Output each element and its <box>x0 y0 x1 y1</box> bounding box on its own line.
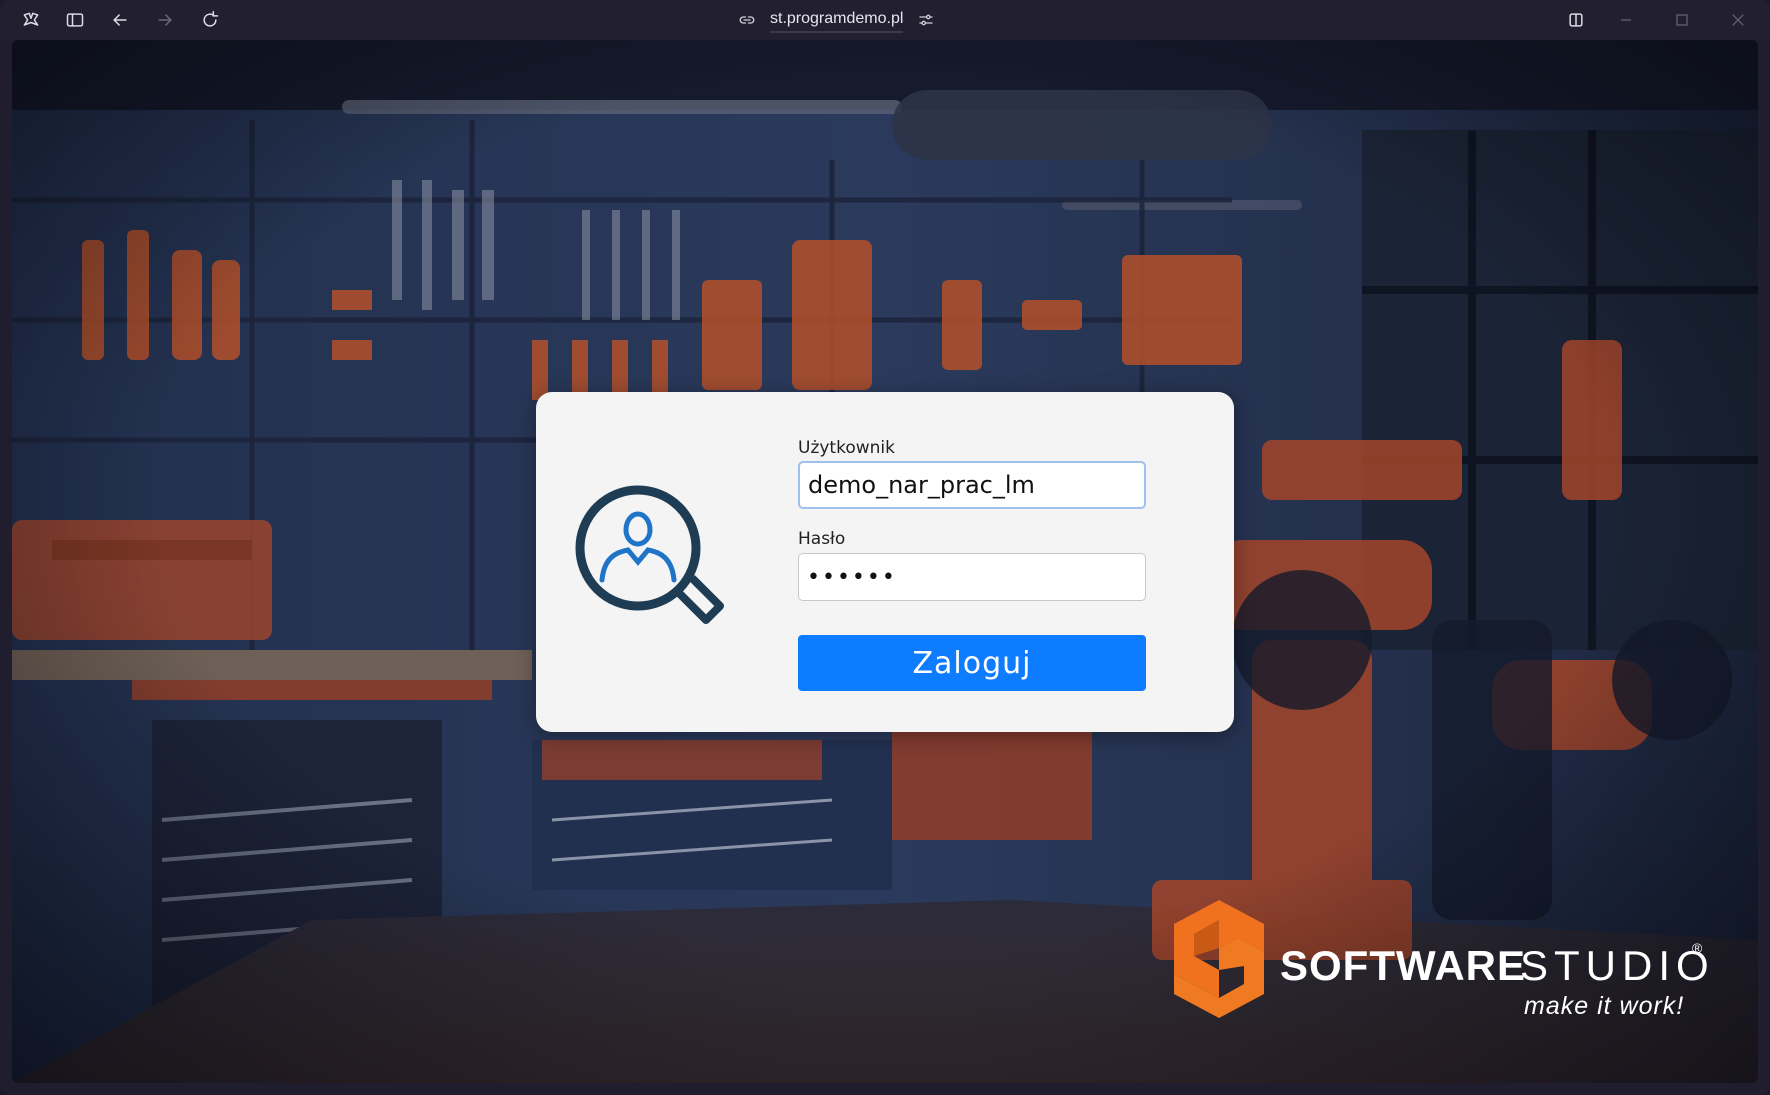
reload-icon[interactable] <box>198 8 222 32</box>
software-studio-logo: SOFTWARE STUDIO ® make it work! <box>1174 900 1714 1040</box>
app-logo-icon[interactable] <box>19 8 43 32</box>
username-input[interactable]: demo_nar_prac_lm <box>798 461 1146 509</box>
user-search-icon <box>575 485 724 624</box>
url-text[interactable]: st.programdemo.pl <box>770 7 904 33</box>
password-input[interactable]: •••••• <box>798 553 1146 601</box>
forward-icon[interactable] <box>153 8 177 32</box>
software-studio-logo-mark-icon <box>1174 900 1264 1018</box>
brand-software-text: SOFTWARE <box>1280 942 1526 989</box>
page-content: Użytkownik demo_nar_prac_lm Hasło ••••••… <box>12 40 1758 1083</box>
username-label: Użytkownik <box>798 438 895 458</box>
registered-mark: ® <box>1692 940 1703 956</box>
browser-window: st.programdemo.pl Użytkownik demo_nar_pr… <box>0 0 1770 1095</box>
site-settings-icon[interactable] <box>917 11 935 29</box>
login-card: Użytkownik demo_nar_prac_lm Hasło ••••••… <box>536 392 1234 732</box>
browser-titlebar: st.programdemo.pl <box>0 0 1770 40</box>
address-bar[interactable]: st.programdemo.pl <box>738 6 935 34</box>
close-icon[interactable] <box>1726 8 1750 32</box>
back-icon[interactable] <box>108 8 132 32</box>
login-button[interactable]: Zaloguj <box>798 635 1146 691</box>
brand-tagline: make it work! <box>1524 992 1685 1020</box>
password-label: Hasło <box>798 529 846 549</box>
brand-studio-text: STUDIO <box>1520 942 1715 989</box>
split-view-icon[interactable] <box>1564 8 1588 32</box>
link-icon <box>739 16 755 24</box>
sidebar-toggle-icon[interactable] <box>63 8 87 32</box>
maximize-icon[interactable] <box>1670 8 1694 32</box>
minimize-icon[interactable] <box>1614 8 1638 32</box>
